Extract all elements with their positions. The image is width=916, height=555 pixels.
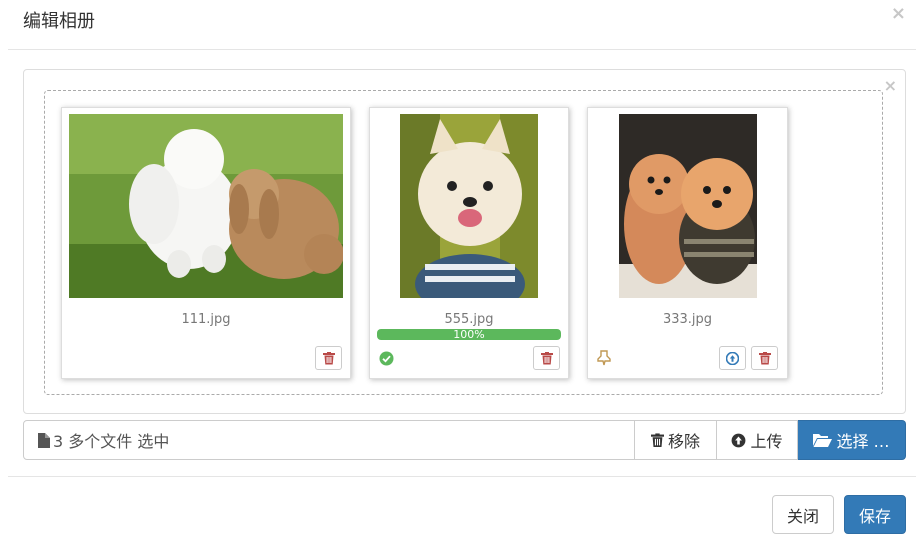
file-preview: × 111.jpg 555.jpg 100% 333.jpg (23, 69, 906, 414)
thumbnail-image-puppy-rabbit (69, 114, 343, 298)
file-thumbnail: 333.jpg (587, 107, 788, 379)
upload-file-button[interactable] (719, 346, 746, 370)
close-button[interactable]: 关闭 (772, 495, 834, 534)
trash-icon (758, 351, 771, 364)
delete-file-button[interactable] (533, 346, 560, 370)
delete-file-button[interactable] (315, 346, 342, 370)
footer-divider (8, 476, 916, 477)
trash-icon (540, 351, 553, 364)
thumbnail-image-two-pomeranians (619, 114, 757, 298)
file-thumbnail: 555.jpg 100% (369, 107, 569, 379)
preview-close-button[interactable]: × (884, 76, 897, 95)
header-divider (8, 49, 916, 50)
modal-close-button[interactable]: × (891, 3, 906, 24)
upload-button-label: 上传 (750, 432, 783, 451)
browse-button[interactable]: 选择 … (798, 420, 906, 460)
file-thumbnail: 111.jpg (61, 107, 351, 379)
modal-title: 编辑相册 (23, 11, 95, 32)
drop-zone[interactable]: 111.jpg 555.jpg 100% 333.jpg (44, 90, 883, 395)
browse-button-label: 选择 … (836, 432, 890, 451)
circle-arrow-up-icon (732, 433, 746, 447)
upload-progress-bar: 100% (377, 329, 561, 340)
folder-open-icon (813, 434, 833, 447)
file-icon (38, 432, 50, 448)
delete-file-button[interactable] (751, 346, 778, 370)
upload-pending-icon (596, 350, 612, 366)
save-button[interactable]: 保存 (844, 495, 906, 534)
remove-button[interactable]: 移除 (635, 420, 717, 460)
file-input-group: 3 多个文件 选中 移除 上传 选择 … (23, 420, 906, 460)
file-caption[interactable]: 3 多个文件 选中 (23, 420, 635, 460)
remove-button-label: 移除 (667, 432, 700, 451)
upload-button[interactable]: 上传 (717, 420, 798, 460)
file-name: 111.jpg (181, 312, 231, 327)
circle-arrow-up-icon (726, 351, 739, 365)
trash-icon (322, 351, 335, 364)
trash-icon (650, 432, 664, 447)
file-name: 333.jpg (662, 312, 713, 327)
file-name: 555.jpg (444, 312, 494, 327)
file-caption-text: 3 多个文件 选中 (53, 432, 170, 451)
upload-success-icon (378, 350, 394, 366)
thumbnail-image-white-pomeranian (400, 114, 538, 298)
